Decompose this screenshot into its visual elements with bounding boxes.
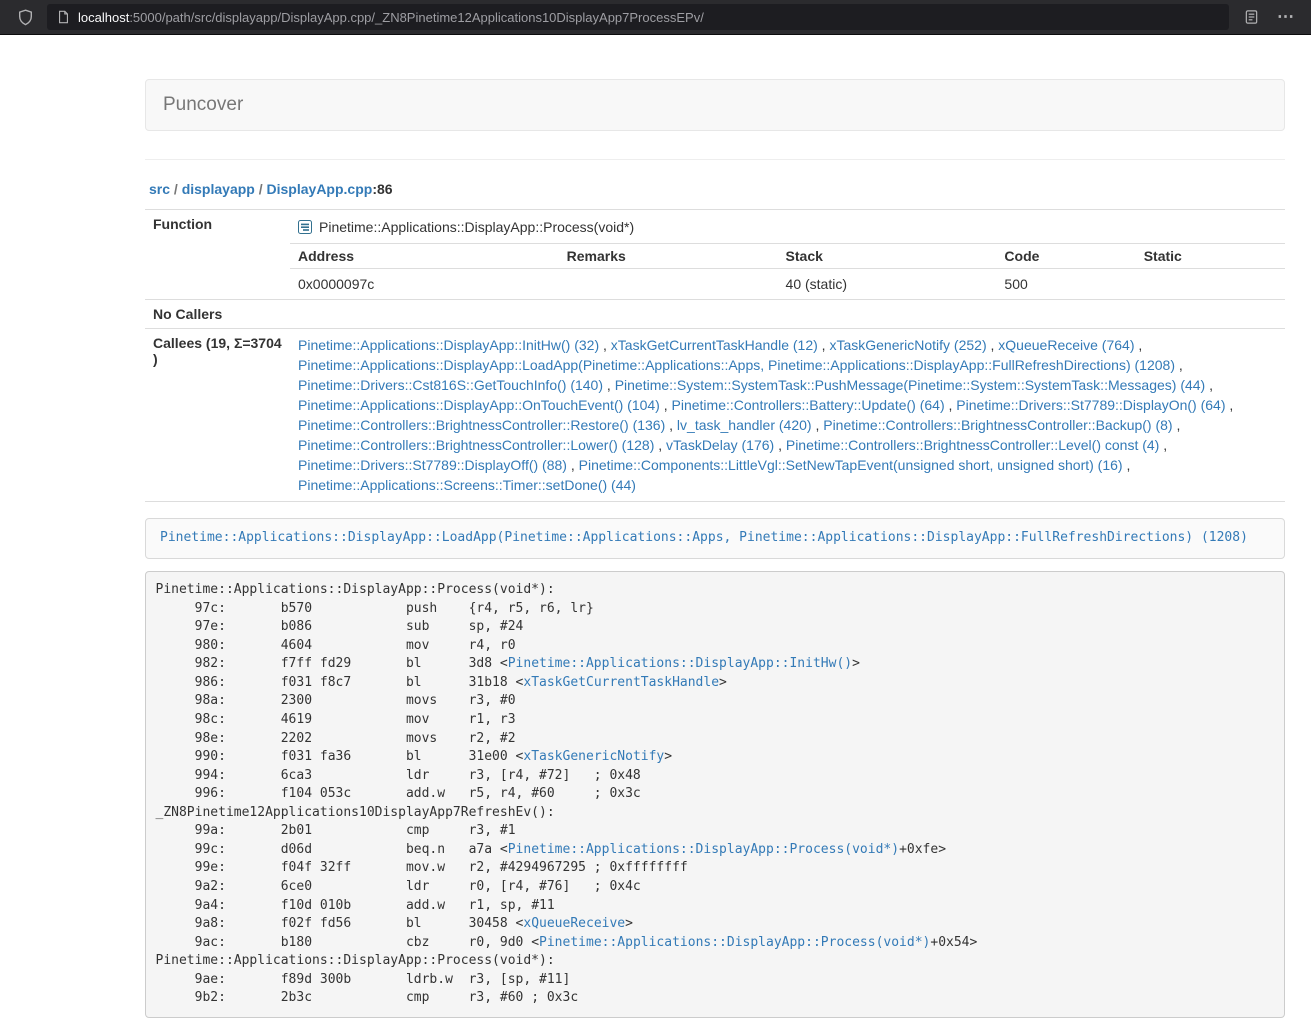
col-address: Address bbox=[290, 244, 559, 269]
assembly-symbol-link[interactable]: Pinetime::Applications::DisplayApp::Init… bbox=[508, 656, 852, 671]
stats-data-row: 0x0000097c 40 (static) 500 bbox=[290, 269, 1285, 300]
assembly-symbol-link[interactable]: xTaskGenericNotify bbox=[523, 749, 664, 764]
disassembly-block: Pinetime::Applications::DisplayApp::Proc… bbox=[145, 571, 1285, 1018]
url-host: localhost bbox=[78, 10, 129, 25]
cell-stack: 40 (static) bbox=[778, 269, 997, 300]
callee-link[interactable]: Pinetime::Drivers::St7789::DisplayOff() … bbox=[298, 457, 567, 473]
page-icon bbox=[57, 10, 70, 24]
callee-link[interactable]: Pinetime::Controllers::BrightnessControl… bbox=[298, 417, 665, 433]
breadcrumb-link[interactable]: DisplayApp.cpp bbox=[267, 181, 373, 197]
highlighted-callee-box: Pinetime::Applications::DisplayApp::Load… bbox=[145, 518, 1285, 559]
browser-toolbar: localhost:5000/path/src/displayapp/Displ… bbox=[0, 0, 1311, 35]
page-container: Puncover src / displayapp / DisplayApp.c… bbox=[145, 79, 1285, 1018]
divider bbox=[145, 159, 1285, 160]
callees-label: Callees (19, Σ=3704 ) bbox=[145, 329, 290, 502]
col-static: Static bbox=[1136, 244, 1285, 269]
function-table: Function Pinetime::Applications::Display… bbox=[145, 209, 1285, 502]
no-callers-label: No Callers bbox=[145, 300, 290, 329]
cell-static bbox=[1136, 269, 1285, 300]
callee-link[interactable]: Pinetime::Applications::DisplayApp::Init… bbox=[298, 337, 599, 353]
no-callers-value bbox=[290, 300, 1285, 329]
assembly-symbol-link[interactable]: Pinetime::Applications::DisplayApp::Proc… bbox=[508, 842, 899, 857]
breadcrumb-separator: / bbox=[170, 181, 182, 197]
breadcrumb: src / displayapp / DisplayApp.cpp:86 bbox=[149, 181, 1285, 197]
url-path: :5000/path/src/displayapp/DisplayApp.cpp… bbox=[129, 10, 704, 25]
callee-link[interactable]: Pinetime::Controllers::Battery::Update()… bbox=[672, 397, 945, 413]
brand-link[interactable]: Puncover bbox=[146, 94, 260, 116]
breadcrumb-link[interactable]: displayapp bbox=[182, 181, 255, 197]
function-name: Pinetime::Applications::DisplayApp::Proc… bbox=[319, 217, 634, 237]
navbar: Puncover bbox=[145, 79, 1285, 131]
function-label: Function bbox=[145, 210, 290, 300]
callee-link[interactable]: Pinetime::Controllers::BrightnessControl… bbox=[786, 437, 1159, 453]
no-callers-row: No Callers bbox=[145, 300, 1285, 329]
callee-link[interactable]: vTaskDelay (176) bbox=[666, 437, 774, 453]
stats-header-row: Address Remarks Stack Code Static bbox=[290, 244, 1285, 269]
breadcrumb-link[interactable]: src bbox=[149, 181, 170, 197]
callee-link[interactable]: xTaskGenericNotify (252) bbox=[829, 337, 986, 353]
col-remarks: Remarks bbox=[559, 244, 778, 269]
reader-view-icon[interactable] bbox=[1238, 4, 1264, 30]
function-row: Function Pinetime::Applications::Display… bbox=[145, 210, 1285, 300]
callee-link[interactable]: Pinetime::Drivers::St7789::DisplayOn() (… bbox=[956, 397, 1225, 413]
callee-link[interactable]: Pinetime::Applications::Screens::Timer::… bbox=[298, 477, 636, 493]
col-code: Code bbox=[996, 244, 1135, 269]
callee-link[interactable]: Pinetime::Components::LittleVgl::SetNewT… bbox=[579, 457, 1123, 473]
breadcrumb-separator: / bbox=[255, 181, 267, 197]
callee-link[interactable]: Pinetime::Controllers::BrightnessControl… bbox=[298, 437, 654, 453]
line-number: :86 bbox=[372, 181, 392, 197]
callee-link[interactable]: lv_task_handler (420) bbox=[677, 417, 812, 433]
tracking-protection-shield-icon[interactable] bbox=[12, 4, 38, 30]
callees-list: Pinetime::Applications::DisplayApp::Init… bbox=[290, 329, 1285, 502]
callee-link[interactable]: xTaskGetCurrentTaskHandle (12) bbox=[611, 337, 818, 353]
callee-link[interactable]: Pinetime::System::SystemTask::PushMessag… bbox=[615, 377, 1206, 393]
function-stats-table: Address Remarks Stack Code Static 0x0000… bbox=[290, 243, 1285, 299]
callee-link[interactable]: Pinetime::Applications::DisplayApp::Load… bbox=[298, 357, 1175, 373]
function-title: Pinetime::Applications::DisplayApp::Proc… bbox=[290, 210, 1285, 243]
callee-link[interactable]: Pinetime::Controllers::BrightnessControl… bbox=[823, 417, 1172, 433]
cell-address: 0x0000097c bbox=[290, 269, 559, 300]
callee-link[interactable]: xQueueReceive (764) bbox=[998, 337, 1134, 353]
cell-remarks bbox=[559, 269, 778, 300]
overflow-menu-icon[interactable]: ⋯ bbox=[1273, 4, 1299, 30]
callee-link[interactable]: Pinetime::Drivers::Cst816S::GetTouchInfo… bbox=[298, 377, 603, 393]
assembly-symbol-link[interactable]: Pinetime::Applications::DisplayApp::Proc… bbox=[539, 935, 930, 950]
col-stack: Stack bbox=[778, 244, 997, 269]
assembly-symbol-link[interactable]: xQueueReceive bbox=[523, 916, 625, 931]
highlighted-callee-link[interactable]: Pinetime::Applications::DisplayApp::Load… bbox=[160, 530, 1248, 545]
function-icon bbox=[298, 220, 312, 234]
callee-link[interactable]: Pinetime::Applications::DisplayApp::OnTo… bbox=[298, 397, 660, 413]
callees-row: Callees (19, Σ=3704 ) Pinetime::Applicat… bbox=[145, 329, 1285, 502]
assembly-symbol-link[interactable]: xTaskGetCurrentTaskHandle bbox=[523, 675, 719, 690]
url-bar[interactable]: localhost:5000/path/src/displayapp/Displ… bbox=[47, 4, 1229, 30]
url-text: localhost:5000/path/src/displayapp/Displ… bbox=[78, 10, 704, 25]
cell-code: 500 bbox=[996, 269, 1135, 300]
